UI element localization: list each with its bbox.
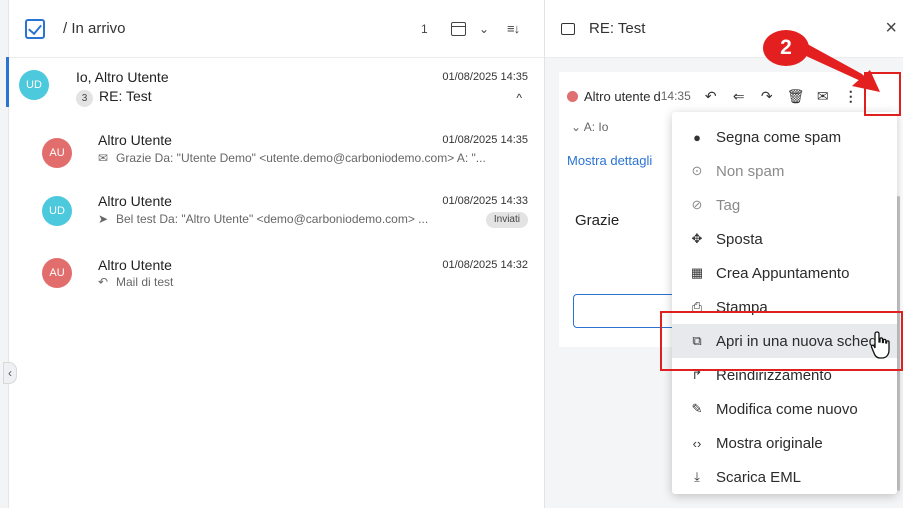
- message-date: 01/08/2025 14:35: [442, 71, 528, 83]
- avatar: AU: [42, 138, 72, 168]
- show-details-link[interactable]: Mostra dettagli: [567, 153, 652, 168]
- menu-item-download-eml[interactable]: ⤓ Scarica EML: [672, 460, 897, 494]
- mail-time: 14:35: [660, 89, 691, 103]
- sort-icon[interactable]: ≡↓: [507, 21, 520, 36]
- menu-item-edit-as-new[interactable]: ✎ Modifica come nuovo: [672, 392, 897, 426]
- menu-item-label: Modifica come nuovo: [716, 400, 858, 418]
- message-date: 01/08/2025 14:32: [442, 259, 528, 271]
- reply-icon[interactable]: ↶: [703, 88, 719, 105]
- sender-avatar-dot: [567, 90, 578, 102]
- menu-item-not-spam[interactable]: ⊙ Non spam: [672, 154, 897, 188]
- menu-item-tag[interactable]: ⊘ Tag: [672, 188, 897, 222]
- menu-item-label: Segna come spam: [716, 128, 842, 146]
- menu-item-label: Tag: [716, 196, 741, 214]
- view-toggle-icon[interactable]: [451, 21, 466, 36]
- menu-item-label: Non spam: [716, 162, 785, 180]
- subject: RE: Test: [99, 88, 152, 104]
- sent-tag-badge: Inviati: [485, 212, 528, 228]
- recipients-line: ⌄ A: Io: [571, 120, 609, 134]
- unread-count: 1: [421, 21, 428, 36]
- folder-title: / In arrivo: [63, 20, 126, 37]
- menu-item-move[interactable]: ✥ Sposta: [672, 222, 897, 256]
- sender-name: Io, Altro Utente: [76, 69, 169, 85]
- preview-header: RE: Test ×: [545, 0, 903, 58]
- menu-item-label: Mostra originale: [716, 434, 823, 452]
- from-name: Altro utente: [584, 88, 651, 104]
- envelope-open-icon: ✉: [98, 151, 109, 165]
- message-date: 01/08/2025 14:35: [442, 134, 528, 146]
- list-header: / In arrivo 1 ⌄ ≡↓: [9, 0, 544, 58]
- trash-icon[interactable]: 🗑: [787, 88, 805, 105]
- menu-item-label: Scarica EML: [716, 468, 802, 486]
- close-icon[interactable]: ×: [885, 17, 897, 40]
- sender-name: Altro Utente: [98, 257, 172, 273]
- list-item[interactable]: AU Altro Utente 01/08/2025 14:32 ↶ Mail d…: [9, 246, 544, 308]
- message-date: 01/08/2025 14:33: [442, 195, 528, 207]
- message-preview: ✉ Grazie Da: "Utente Demo" <utente.demo@c…: [98, 151, 486, 165]
- collapse-sidebar-button[interactable]: ‹: [3, 362, 17, 384]
- message-preview: ➤ Bel test Da: "Altro Utente" <demo@carbo…: [98, 212, 429, 226]
- more-options-menu: ● Segna come spam ⊙ Non spam ⊘ Tag ✥ Spo…: [672, 112, 897, 494]
- mail-toolbar: Altro utente d 14:35 ↶ ⇐ ↷ 🗑 ✉ ⋮: [567, 84, 859, 108]
- envelope-open-icon: [561, 22, 575, 35]
- from-suffix: d: [653, 88, 661, 104]
- sent-icon: ➤: [98, 212, 109, 226]
- more-options-icon[interactable]: ⋮: [843, 88, 859, 105]
- mail-body: Grazie: [575, 212, 620, 229]
- tag-icon: ⊘: [691, 197, 703, 212]
- mark-unread-icon[interactable]: ✉: [815, 88, 831, 105]
- preview-title: RE: Test: [589, 20, 646, 37]
- edit-icon: ✎: [691, 401, 703, 416]
- conversation-row[interactable]: UD Io, Altro Utente 01/08/2025 14:35 3 RE…: [9, 60, 544, 122]
- select-mode-icon[interactable]: [25, 18, 45, 39]
- reply-all-icon[interactable]: ⇐: [731, 88, 747, 105]
- menu-item-label: Crea Appuntamento: [716, 264, 850, 282]
- menu-item-show-original[interactable]: ‹› Mostra originale: [672, 426, 897, 460]
- menu-item-label: Sposta: [716, 230, 763, 248]
- sender-name: Altro Utente: [98, 193, 172, 209]
- highlight-open-new-tab: [660, 311, 903, 371]
- thread-count-badge: 3: [76, 90, 93, 107]
- avatar: UD: [19, 70, 49, 100]
- step-badge: 2: [763, 30, 809, 66]
- menu-item-mark-spam[interactable]: ● Segna come spam: [672, 120, 897, 154]
- chevron-down-icon[interactable]: ⌄: [479, 22, 489, 36]
- message-list-panel: ‹ / In arrivo 1 ⌄ ≡↓ UD Io, Altro Utente…: [0, 0, 545, 508]
- spam-icon: ●: [693, 129, 701, 145]
- expand-icon[interactable]: ^: [516, 91, 522, 105]
- menu-item-create-appointment[interactable]: ▦ Crea Appuntamento: [672, 256, 897, 290]
- list-item[interactable]: UD Altro Utente 01/08/2025 14:33 ➤ Bel te…: [9, 184, 544, 246]
- sender-name: Altro Utente: [98, 132, 172, 148]
- reply-icon: ↶: [98, 275, 109, 289]
- hand-cursor-icon: [870, 331, 890, 359]
- move-icon: ✥: [691, 231, 703, 246]
- not-spam-icon: ⊙: [691, 163, 703, 178]
- avatar: UD: [42, 196, 72, 226]
- subject-line: 3 RE: Test: [76, 88, 152, 107]
- message-preview: ↶ Mail di test: [98, 275, 174, 289]
- list-item[interactable]: AU Altro Utente 01/08/2025 14:35 ✉ Grazie…: [9, 122, 544, 184]
- avatar: AU: [42, 258, 72, 288]
- highlight-more-options: [864, 72, 901, 116]
- calendar-icon: ▦: [690, 265, 704, 280]
- code-icon: ‹›: [692, 435, 702, 451]
- forward-icon[interactable]: ↷: [759, 88, 775, 105]
- download-icon: ⤓: [694, 469, 700, 484]
